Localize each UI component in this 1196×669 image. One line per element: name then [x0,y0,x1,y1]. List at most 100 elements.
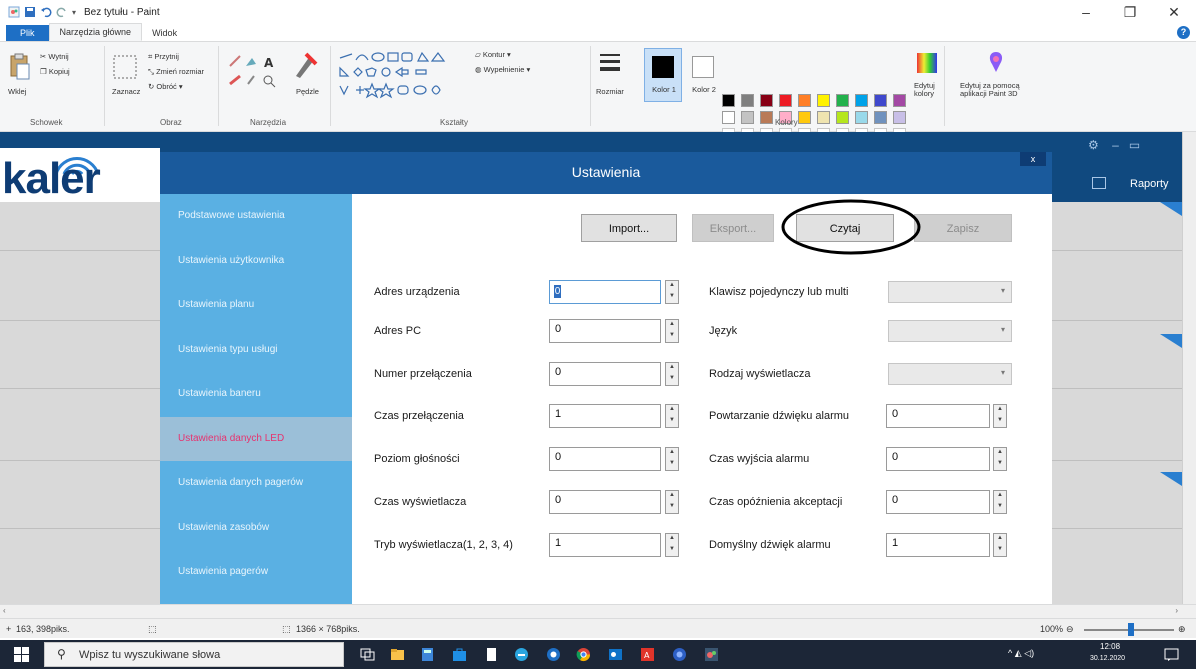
select-label[interactable]: Zaznacz [112,87,140,96]
maximize-icon[interactable]: ❐ [1108,0,1152,24]
fill-button[interactable]: ◍ Wypełnienie ▾ [475,65,530,74]
app-restore-icon[interactable]: ▭ [1129,138,1140,152]
spin-buttons[interactable] [665,362,679,386]
app-circle-icon[interactable] [546,647,561,662]
sidebar-item[interactable]: Ustawienia typu usługi [160,328,352,372]
spin-buttons[interactable] [665,404,679,428]
palette-swatch[interactable] [874,94,887,107]
blue-app-icon[interactable] [672,647,687,662]
brushes-label[interactable]: Pędzle [296,87,319,96]
tab-view[interactable]: Widok [142,25,187,41]
tab-home[interactable]: Narzędzia główne [48,23,143,41]
sidebar-item[interactable]: Ustawienia użytkownika [160,239,352,283]
system-tray-icons[interactable]: ^ ◭ ◁) [1008,648,1034,659]
taskbar-search-input[interactable]: ⚲ Wpisz tu wyszukiwane słowa [44,642,344,667]
chrome-icon[interactable] [576,647,591,662]
outlook-icon[interactable] [608,647,623,662]
number-input[interactable]: 0 [886,490,990,514]
sidebar-item[interactable]: Ustawienia planu [160,283,352,327]
horizontal-scrollbar[interactable]: ‹ › [0,604,1196,618]
spin-buttons[interactable] [665,280,679,304]
select-icon[interactable] [112,54,138,80]
undo-icon[interactable] [40,6,52,18]
paint3d-label[interactable]: Edytuj za pomocą aplikacji Paint 3D [960,82,1032,98]
spin-buttons[interactable] [993,404,1007,428]
redo-icon[interactable] [56,6,68,18]
help-icon[interactable]: ? [1177,26,1190,39]
copy-button[interactable]: ❐ Kopiuj [40,67,70,76]
number-input[interactable]: 0 [549,280,661,304]
minimize-icon[interactable]: – [1064,0,1108,24]
palette-swatch[interactable] [722,94,735,107]
clock-time[interactable]: 12:08 [1100,642,1120,651]
sidebar-item[interactable]: Podstawowe ustawienia [160,194,352,238]
edit-colors-icon[interactable] [916,52,938,74]
acrobat-icon[interactable]: A [640,647,655,662]
paste-label[interactable]: Wklej [8,87,26,96]
spin-buttons[interactable] [993,533,1007,557]
sidebar-item[interactable]: Ustawienia pagerów [160,550,352,594]
palette-swatch[interactable] [817,111,830,124]
dialog-close-button[interactable]: x [1020,152,1046,166]
palette-swatch[interactable] [836,111,849,124]
spin-buttons[interactable] [665,533,679,557]
resize-button[interactable]: ⤡ Zmień rozmiar [148,67,204,77]
palette-swatch[interactable] [855,94,868,107]
palette-swatch[interactable] [722,111,735,124]
dropdown-select[interactable]: ▾ [888,320,1012,342]
palette-swatch[interactable] [779,94,792,107]
calculator-icon[interactable] [420,647,435,662]
palette-swatch[interactable] [760,94,773,107]
dropdown-select[interactable]: ▾ [888,281,1012,303]
rotate-button[interactable]: ↻ Obróć ▾ [148,82,183,91]
clock-date[interactable]: 30.12.2020 [1090,655,1125,662]
zoom-out-icon[interactable]: ⊖ [1066,624,1074,635]
palette-swatch[interactable] [798,111,811,124]
color2-swatch[interactable] [692,56,714,78]
number-input[interactable]: 0 [886,447,990,471]
dropdown-select[interactable]: ▾ [888,363,1012,385]
customize-toolbar-icon[interactable]: ▾ [72,8,76,17]
edit-colors-label[interactable]: Edytuj kolory [914,82,940,98]
task-view-icon[interactable] [360,647,375,662]
palette-swatch[interactable] [836,94,849,107]
scroll-right-icon[interactable]: › [1175,606,1178,615]
size-icon[interactable] [598,52,622,78]
brushes-icon[interactable] [292,50,318,80]
sidebar-item[interactable]: Ustawienia baneru [160,372,352,416]
scroll-left-icon[interactable]: ‹ [3,606,6,615]
import-button[interactable]: Import... [581,214,677,242]
paint3d-icon[interactable] [984,50,1008,74]
number-input[interactable]: 0 [549,362,661,386]
palette-swatch[interactable] [893,94,906,107]
save-button[interactable]: Zapisz [914,214,1012,242]
app-minimize-icon[interactable]: – [1112,138,1119,152]
store-icon[interactable] [452,647,467,662]
edge-icon[interactable] [514,647,529,662]
paste-icon[interactable] [8,52,32,82]
sidebar-item[interactable]: Ustawienia danych pagerów [160,461,352,505]
palette-swatch[interactable] [817,94,830,107]
palette-swatch[interactable] [798,94,811,107]
spin-buttons[interactable] [993,490,1007,514]
sidebar-item[interactable]: Ustawienia danych LED [160,416,352,461]
zoom-slider-thumb[interactable] [1128,623,1134,636]
file-explorer-icon[interactable] [390,647,405,662]
number-input[interactable]: 1 [549,533,661,557]
document-icon[interactable] [484,647,499,662]
save-icon[interactable] [24,6,36,18]
spin-buttons[interactable] [993,447,1007,471]
palette-swatch[interactable] [760,111,773,124]
reports-button[interactable]: Raporty [1130,178,1169,190]
palette-swatch[interactable] [741,111,754,124]
zoom-in-icon[interactable]: ⊕ [1178,624,1186,635]
number-input[interactable]: 0 [549,490,661,514]
windows-start-icon[interactable] [14,647,29,662]
number-input[interactable]: 0 [549,319,661,343]
palette-swatch[interactable] [741,94,754,107]
palette-swatch[interactable] [893,111,906,124]
size-label[interactable]: Rozmiar [596,87,624,96]
app-settings-icon[interactable]: ⚙ [1088,138,1099,152]
shapes-gallery[interactable] [336,50,468,100]
reports-icon[interactable] [1092,177,1106,189]
